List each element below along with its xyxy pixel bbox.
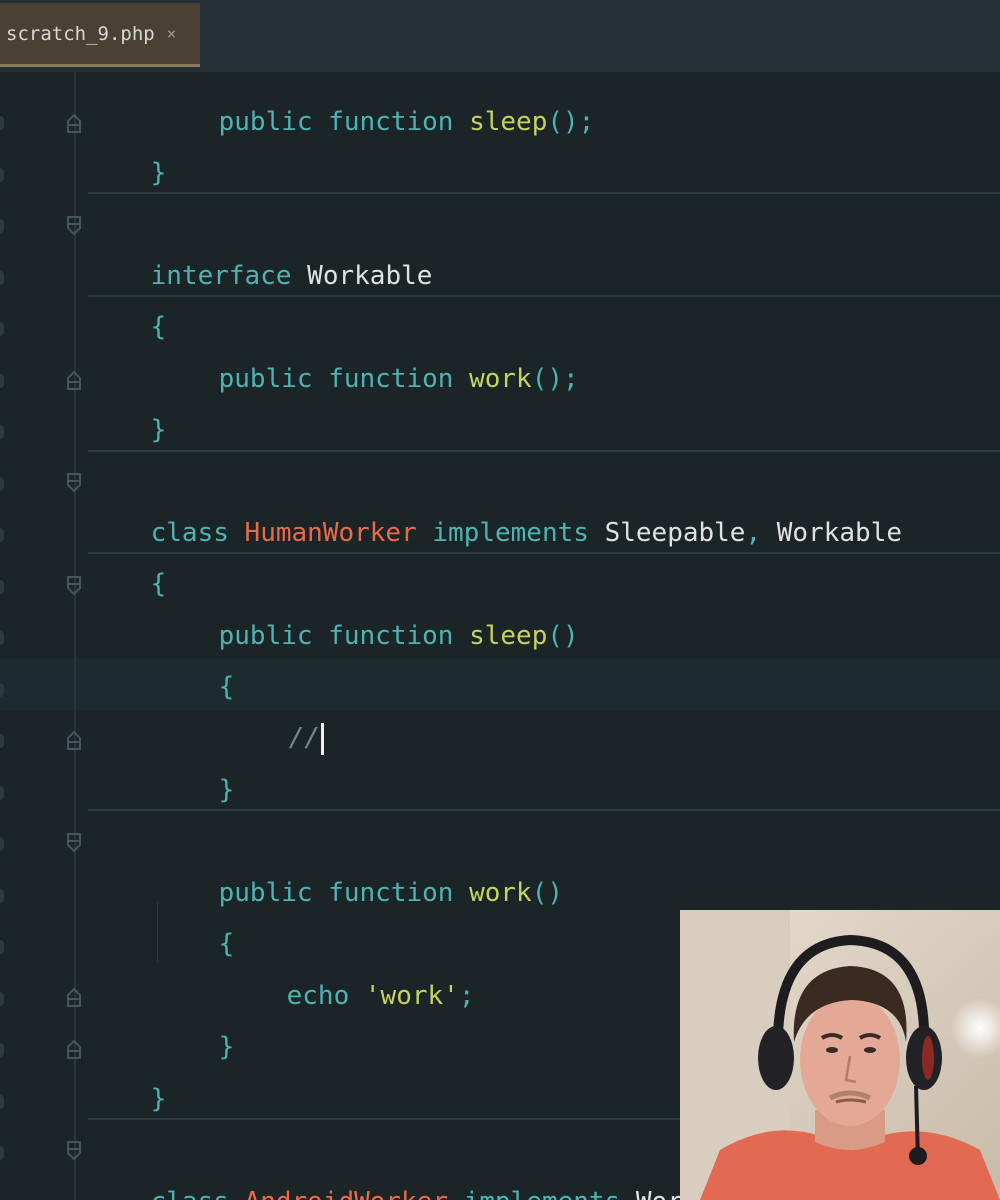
punctuation: () <box>531 878 564 908</box>
code-line: { <box>156 611 235 702</box>
comment: // <box>288 723 320 753</box>
code-line: { <box>156 868 235 959</box>
method-name: work <box>469 364 532 394</box>
brace: } <box>218 1032 235 1062</box>
keyword-echo: echo <box>286 981 365 1011</box>
gutter-marker <box>0 940 4 954</box>
punctuation: , <box>745 518 777 548</box>
keyword-public: public <box>218 107 329 137</box>
tab-close-icon[interactable]: × <box>167 24 177 43</box>
brace: } <box>150 158 167 188</box>
fold-start-icon[interactable] <box>65 215 83 237</box>
fold-start-icon[interactable] <box>65 472 83 494</box>
keyword-function: function <box>328 364 470 394</box>
interface-name: Workable <box>307 261 433 291</box>
punctuation: ; <box>458 981 475 1011</box>
keyword-function: function <box>328 878 470 908</box>
punctuation: () <box>547 621 579 651</box>
gutter-marker <box>0 322 4 336</box>
tab-scratch-9-php[interactable]: scratch_9.php × <box>0 3 200 67</box>
gutter-marker <box>0 116 4 130</box>
keyword-implements: implements <box>448 1187 636 1200</box>
code-line: } <box>156 714 235 805</box>
gutter-marker <box>0 168 4 182</box>
gutter-marker <box>0 477 4 491</box>
keyword-class: class <box>151 1187 245 1200</box>
code-line: public function work(); <box>156 303 579 394</box>
code-line: { <box>88 508 167 599</box>
gutter-marker <box>0 374 4 388</box>
gutter-marker <box>0 1043 4 1057</box>
code-line: public function work() <box>156 817 563 908</box>
gutter-marker <box>0 580 4 594</box>
text-caret <box>320 722 324 755</box>
gutter-marker <box>0 683 4 697</box>
punctuation: (); <box>531 364 579 394</box>
method-name: sleep <box>469 621 548 651</box>
webcam-overlay <box>680 910 1000 1200</box>
class-name: HumanWorker <box>244 518 417 548</box>
gutter-marker <box>0 219 4 233</box>
code-line: class HumanWorker implements Sleepable, … <box>88 457 902 548</box>
gutter-divider <box>74 72 76 1200</box>
interface-ref: Workable <box>776 518 903 548</box>
code-line: } <box>88 1023 167 1114</box>
keyword-public: public <box>218 364 329 394</box>
fold-start-icon[interactable] <box>65 832 83 854</box>
gutter-marker <box>0 837 4 851</box>
code-line: { <box>88 251 167 342</box>
fold-end-icon[interactable] <box>65 112 83 134</box>
string-literal: 'work' <box>364 981 459 1011</box>
keyword-interface: interface <box>150 261 308 291</box>
code-line: echo 'work'; <box>224 920 475 1011</box>
gutter-marker <box>0 1095 4 1109</box>
gutter-marker <box>0 425 4 439</box>
code-line: interface Workable <box>88 200 433 291</box>
interface-ref: Sleepable <box>604 518 746 548</box>
webcam-person-image <box>680 910 1000 1200</box>
brace: } <box>218 775 235 805</box>
code-line: public function sleep(); <box>156 72 595 137</box>
gutter-marker <box>0 992 4 1006</box>
fold-end-icon[interactable] <box>65 1038 83 1060</box>
brace: } <box>150 1084 167 1114</box>
fold-end-icon[interactable] <box>65 729 83 751</box>
gutter-marker <box>0 1146 4 1160</box>
brace: } <box>150 415 167 445</box>
keyword-public: public <box>218 878 329 908</box>
fold-start-icon[interactable] <box>65 1140 83 1162</box>
line-number-gutter <box>0 72 8 1200</box>
code-line: } <box>156 971 235 1062</box>
method-separator <box>88 192 1000 194</box>
gutter-marker <box>0 528 4 542</box>
gutter-marker <box>0 786 4 800</box>
gutter-marker <box>0 734 4 748</box>
fold-end-icon[interactable] <box>65 369 83 391</box>
code-line: } <box>88 97 167 188</box>
gutter-marker <box>0 631 4 645</box>
keyword-implements: implements <box>416 518 605 548</box>
editor-tab-bar: scratch_9.php × <box>0 0 1000 73</box>
gutter-marker <box>0 271 4 285</box>
punctuation: (); <box>547 107 595 137</box>
keyword-public: public <box>218 621 329 651</box>
fold-end-icon[interactable] <box>65 986 83 1008</box>
fold-start-icon[interactable] <box>65 575 83 597</box>
method-separator <box>88 450 1000 452</box>
code-line: } <box>88 354 167 445</box>
tab-label: scratch_9.php <box>6 22 155 45</box>
current-line-highlight <box>0 659 1000 710</box>
gutter-marker <box>0 889 4 903</box>
class-name: AndroidWorker <box>245 1187 449 1200</box>
method-name: work <box>469 878 532 908</box>
code-line: class AndroidWorker implements Work <box>88 1126 699 1200</box>
keyword-function: function <box>328 621 470 651</box>
code-line-active[interactable]: // <box>226 662 324 755</box>
method-name: sleep <box>469 107 548 137</box>
code-line: public function sleep() <box>156 560 579 651</box>
keyword-function: function <box>328 107 470 137</box>
